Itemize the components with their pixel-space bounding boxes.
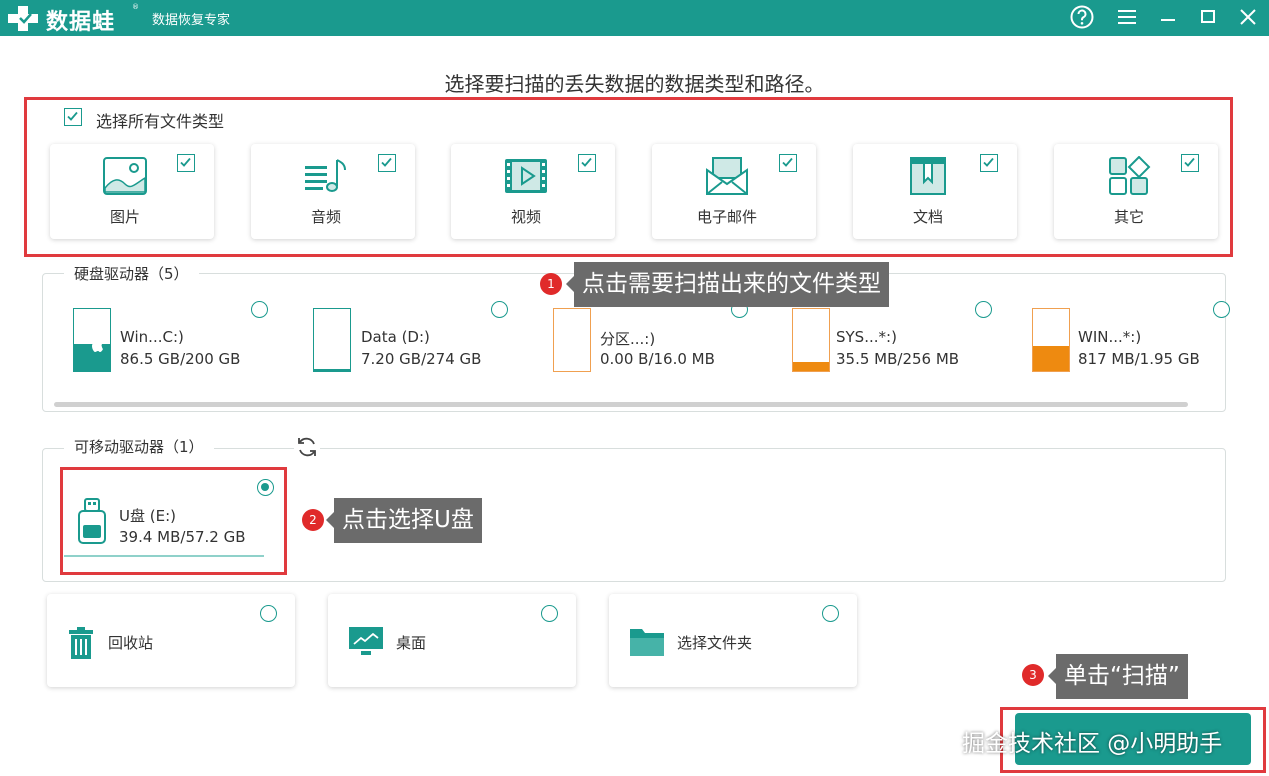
file-type-label: 其它 xyxy=(1113,208,1144,226)
usb-drive-underline xyxy=(64,555,264,557)
drive-usage-bar[interactable] xyxy=(1032,308,1070,372)
app-subtitle: 数据恢复专家 xyxy=(152,13,231,28)
usb-drive-icon xyxy=(78,498,106,544)
drive-usage-fill xyxy=(314,369,350,371)
file-type-card-email[interactable]: 电子邮件 xyxy=(652,144,816,239)
file-type-card-audio[interactable]: 音频 xyxy=(251,144,415,239)
file-type-label: 文档 xyxy=(912,208,943,226)
watermark-text: 掘金技术社区 @小明助手 xyxy=(962,731,1223,757)
drive-size: 35.5 MB/256 MB xyxy=(836,350,960,368)
drive-usage-bar[interactable] xyxy=(313,308,351,372)
file-type-checkbox[interactable] xyxy=(378,154,396,172)
file-type-checkbox[interactable] xyxy=(578,154,596,172)
location-label: 桌面 xyxy=(396,634,427,652)
page-heading: 选择要扫描的丢失数据的数据类型和路径。 xyxy=(444,72,825,96)
location-label: 回收站 xyxy=(108,634,154,652)
callout-badge: 2 xyxy=(302,509,324,531)
audio-icon xyxy=(305,159,346,192)
email-icon xyxy=(706,157,748,195)
drive-radio[interactable] xyxy=(1213,301,1230,318)
callout-tooltip: 单击“扫描” xyxy=(1048,654,1188,699)
location-radio[interactable] xyxy=(260,605,277,622)
drive-name: 分区...:) xyxy=(600,330,656,348)
drive-radio[interactable] xyxy=(975,301,992,318)
file-type-checkbox[interactable] xyxy=(779,154,797,172)
drive-name: Data (D:) xyxy=(361,328,430,346)
folder-icon xyxy=(630,629,664,656)
menu-icon[interactable] xyxy=(1114,4,1140,30)
removable-drive-section-title: 可移动驱动器（1） xyxy=(64,436,214,457)
drive-usage-bar[interactable] xyxy=(553,308,591,372)
drive-usage-fill xyxy=(1033,345,1069,371)
refresh-icon[interactable] xyxy=(294,434,320,460)
logo-icon xyxy=(8,6,38,31)
usb-drive-size: 39.4 MB/57.2 GB xyxy=(119,528,246,546)
drive-name: Win...C:) xyxy=(120,328,184,346)
drive-size: 86.5 GB/200 GB xyxy=(120,350,241,368)
logo-registered-mark: ® xyxy=(132,3,139,11)
drive-size: 817 MB/1.95 GB xyxy=(1078,350,1200,368)
drive-radio[interactable] xyxy=(251,301,268,318)
maximize-icon[interactable] xyxy=(1195,4,1221,30)
location-label: 选择文件夹 xyxy=(677,634,753,652)
recycle-bin-icon xyxy=(69,627,93,659)
file-type-label: 视频 xyxy=(510,208,541,226)
drive-usage-bar[interactable] xyxy=(73,308,111,372)
location-card-recycle-bin[interactable]: 回收站 xyxy=(47,594,295,687)
location-card-desktop[interactable]: 桌面 xyxy=(328,594,576,687)
file-type-card-document[interactable]: 文档 xyxy=(853,144,1017,239)
usb-drive-radio[interactable] xyxy=(257,479,274,496)
image-icon xyxy=(103,157,147,195)
drive-size: 7.20 GB/274 GB xyxy=(361,350,482,368)
callout-badge: 1 xyxy=(540,273,562,295)
location-card-folder[interactable]: 选择文件夹 xyxy=(609,594,857,687)
select-all-checkbox[interactable] xyxy=(64,108,82,126)
desktop-icon xyxy=(349,627,383,655)
usb-drive-item[interactable]: U盘 (E:) 39.4 MB/57.2 GB xyxy=(64,471,284,571)
location-radio[interactable] xyxy=(822,605,839,622)
drive-list-scrollbar[interactable] xyxy=(54,402,1188,407)
file-type-label: 电子邮件 xyxy=(696,208,757,226)
minimize-icon[interactable] xyxy=(1155,4,1181,30)
file-type-label: 音频 xyxy=(310,208,341,226)
file-type-card-image[interactable]: 图片 xyxy=(50,144,214,239)
drive-radio[interactable] xyxy=(491,301,508,318)
help-icon[interactable] xyxy=(1069,4,1095,30)
select-all-label: 选择所有文件类型 xyxy=(96,112,225,131)
apple-icon xyxy=(92,340,103,352)
other-icon xyxy=(1109,156,1151,195)
drive-usage-bar[interactable] xyxy=(792,308,830,372)
file-type-label: 图片 xyxy=(109,208,140,226)
callout-badge: 3 xyxy=(1022,664,1044,686)
close-icon[interactable] xyxy=(1235,4,1261,30)
callout-tooltip: 点击需要扫描出来的文件类型 xyxy=(566,262,889,307)
file-type-checkbox[interactable] xyxy=(1181,154,1199,172)
title-bar: 数据蛙 ® 数据恢复专家 xyxy=(0,0,1269,36)
usb-drive-name: U盘 (E:) xyxy=(119,507,176,525)
location-radio[interactable] xyxy=(541,605,558,622)
file-type-checkbox[interactable] xyxy=(177,154,195,172)
video-icon xyxy=(505,159,547,193)
document-icon xyxy=(910,157,946,195)
logo-text: 数据蛙 xyxy=(46,10,116,35)
drive-usage-fill xyxy=(793,362,829,371)
drive-name: WIN...*:) xyxy=(1078,328,1142,346)
file-type-checkbox[interactable] xyxy=(980,154,998,172)
drive-name: SYS...*:) xyxy=(836,328,897,346)
hard-drive-section-title: 硬盘驱动器（5） xyxy=(64,263,199,284)
drive-size: 0.00 B/16.0 MB xyxy=(600,350,715,368)
callout-tooltip: 点击选择U盘 xyxy=(326,498,482,543)
file-type-card-video[interactable]: 视频 xyxy=(451,144,615,239)
file-type-card-other[interactable]: 其它 xyxy=(1054,144,1218,239)
